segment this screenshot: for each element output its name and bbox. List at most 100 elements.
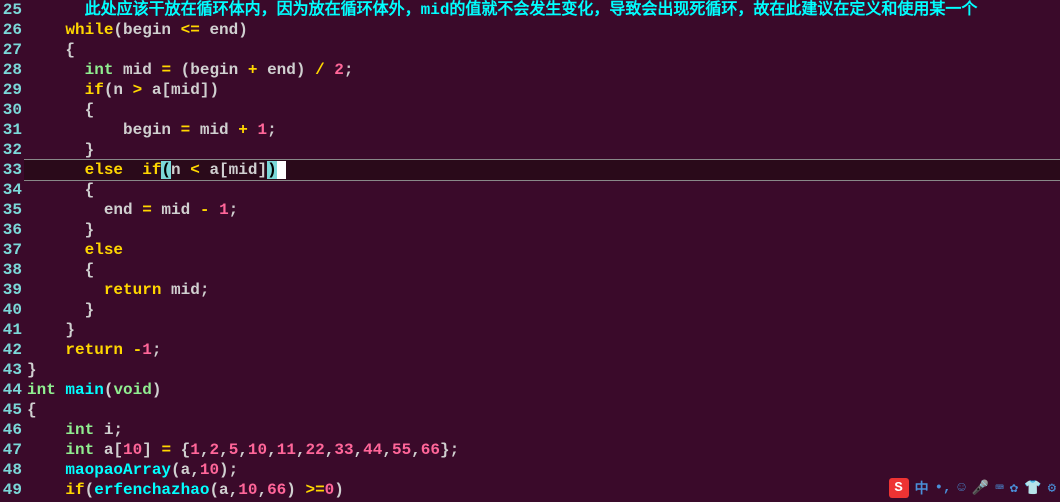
token-text: ) xyxy=(286,481,305,499)
line-number: 26 xyxy=(0,20,22,40)
code-line[interactable]: else if(n < a[mid]) xyxy=(24,160,1060,180)
token-text: , xyxy=(325,441,335,459)
code-line[interactable]: } xyxy=(24,220,1060,240)
token-text: ); xyxy=(219,461,238,479)
ime-skin-icon[interactable]: 👕 xyxy=(1024,480,1041,497)
token-kw: return xyxy=(104,281,162,299)
code-line[interactable]: while(begin <= end) xyxy=(24,20,1060,40)
token-text: } xyxy=(27,301,94,319)
token-text: }; xyxy=(440,441,459,459)
code-line[interactable]: } xyxy=(24,140,1060,160)
code-editor[interactable]: 2526272829303132333435363738394041424344… xyxy=(0,0,1060,502)
token-text: ; xyxy=(229,201,239,219)
token-op: <= xyxy=(181,21,200,39)
ime-voice-icon[interactable]: 🎤 xyxy=(972,480,989,497)
line-number: 37 xyxy=(0,240,22,260)
line-number: 36 xyxy=(0,220,22,240)
code-line[interactable]: } xyxy=(24,300,1060,320)
code-line[interactable]: end = mid - 1; xyxy=(24,200,1060,220)
code-line[interactable]: { xyxy=(24,180,1060,200)
token-op: < xyxy=(190,161,200,179)
token-text: ; xyxy=(267,121,277,139)
token-text: { xyxy=(27,181,94,199)
token-num: 10 xyxy=(248,441,267,459)
token-text: ; xyxy=(152,341,162,359)
code-line[interactable]: } xyxy=(24,360,1060,380)
code-line[interactable]: return mid; xyxy=(24,280,1060,300)
token-text xyxy=(27,441,65,459)
token-type: int xyxy=(27,381,56,399)
token-text xyxy=(27,421,65,439)
token-text: ) xyxy=(334,481,344,499)
line-number: 49 xyxy=(0,480,22,500)
code-line[interactable]: if(n > a[mid]) xyxy=(24,80,1060,100)
ime-gear-icon[interactable]: ⚙ xyxy=(1048,480,1056,497)
token-text xyxy=(27,161,85,179)
token-text xyxy=(27,481,65,499)
code-line[interactable]: else xyxy=(24,240,1060,260)
code-area[interactable]: 此处应该干放在循环体内，因为放在循环体外，mid的值就不会发生变化，导致会出现死… xyxy=(24,0,1060,502)
line-number: 46 xyxy=(0,420,22,440)
line-number: 33 xyxy=(0,160,22,180)
token-text xyxy=(27,461,65,479)
token-num: 0 xyxy=(325,481,335,499)
code-line[interactable]: maopaoArray(a,10); xyxy=(24,460,1060,480)
token-num: 55 xyxy=(392,441,411,459)
line-number: 40 xyxy=(0,300,22,320)
code-line[interactable]: { xyxy=(24,100,1060,120)
token-text: { xyxy=(27,41,75,59)
token-op: = xyxy=(161,61,171,79)
ime-punct-icon[interactable]: •, xyxy=(935,480,952,496)
token-text xyxy=(27,61,85,79)
token-text: i; xyxy=(94,421,123,439)
line-number: 34 xyxy=(0,180,22,200)
token-op: - xyxy=(133,341,143,359)
code-line[interactable]: { xyxy=(24,40,1060,60)
line-number: 32 xyxy=(0,140,22,160)
token-text: , xyxy=(411,441,421,459)
token-op: / xyxy=(315,61,325,79)
code-line[interactable]: int a[10] = {1,2,5,10,11,22,33,44,55,66}… xyxy=(24,440,1060,460)
ime-emoji-icon[interactable]: ☺ xyxy=(957,480,965,496)
code-line[interactable]: return -1; xyxy=(24,340,1060,360)
token-kw: else xyxy=(85,161,123,179)
ime-keyboard-icon[interactable]: ⌨ xyxy=(995,480,1003,497)
token-num: 1 xyxy=(190,441,200,459)
code-line[interactable]: int main(void) xyxy=(24,380,1060,400)
ime-logo-icon[interactable]: S xyxy=(889,478,909,498)
line-number: 30 xyxy=(0,100,22,120)
token-paren-match: ) xyxy=(267,161,277,179)
token-text: ( xyxy=(104,381,114,399)
code-line[interactable]: { xyxy=(24,260,1060,280)
token-text: mid xyxy=(113,61,161,79)
token-cursor xyxy=(277,161,287,179)
ime-settings-icon[interactable]: ✿ xyxy=(1010,480,1018,497)
token-text xyxy=(123,161,142,179)
code-line[interactable]: 此处应该干放在循环体内，因为放在循环体外，mid的值就不会发生变化，导致会出现死… xyxy=(24,0,1060,20)
token-text: a[mid] xyxy=(200,161,267,179)
token-text: end) xyxy=(200,21,248,39)
token-num: 10 xyxy=(123,441,142,459)
token-text: { xyxy=(27,101,94,119)
token-text: , xyxy=(382,441,392,459)
code-line[interactable]: } xyxy=(24,320,1060,340)
token-kw: if xyxy=(65,481,84,499)
token-text xyxy=(27,241,85,259)
token-text: } xyxy=(27,361,37,379)
token-text: ] xyxy=(142,441,161,459)
code-line[interactable]: begin = mid + 1; xyxy=(24,120,1060,140)
token-text xyxy=(27,1,85,19)
token-text: begin xyxy=(27,121,181,139)
token-type: void xyxy=(113,381,151,399)
token-op: > xyxy=(133,81,143,99)
token-text: (a, xyxy=(171,461,200,479)
line-number: 45 xyxy=(0,400,22,420)
line-number: 38 xyxy=(0,260,22,280)
code-line[interactable]: int mid = (begin + end) / 2; xyxy=(24,60,1060,80)
code-line[interactable]: int i; xyxy=(24,420,1060,440)
ime-toolbar[interactable]: S 中 •, ☺ 🎤 ⌨ ✿ 👕 ⚙ xyxy=(889,478,1056,498)
code-line[interactable]: { xyxy=(24,400,1060,420)
token-type: int xyxy=(65,441,94,459)
ime-lang-icon[interactable]: 中 xyxy=(915,478,929,498)
token-kw: if xyxy=(142,161,161,179)
